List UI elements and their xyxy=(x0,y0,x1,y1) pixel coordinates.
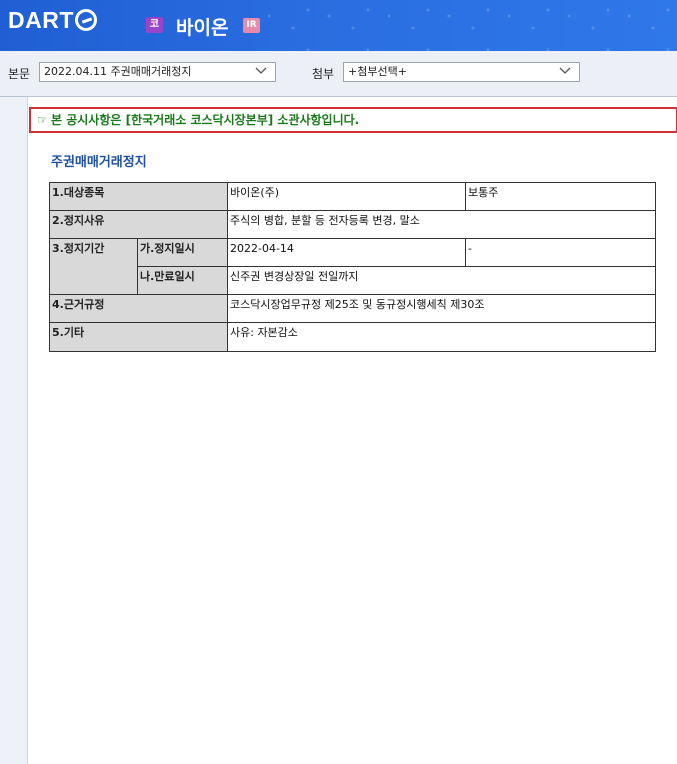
company-name[interactable]: 바이온 xyxy=(176,13,228,40)
value-basis-rule: 코스닥시장업무규정 제25조 및 동규정시행세칙 제30조 xyxy=(228,295,655,323)
logo-swoosh-icon xyxy=(74,9,97,31)
label-suspension-reason: 2.정지사유 xyxy=(50,211,228,239)
label-other: 5.기타 xyxy=(50,323,228,351)
label-start-time: 가.정지일시 xyxy=(138,239,228,267)
pointing-hand-icon: ☞ xyxy=(37,113,48,127)
attach-select[interactable]: +첨부선택+ xyxy=(343,62,580,82)
attach-select-value: +첨부선택+ xyxy=(348,65,407,78)
body-select-value: 2022.04.11 주권매매거래정지 xyxy=(44,65,192,78)
document-title: 주권매매거래정지 xyxy=(51,155,147,170)
value-end-time: 신주권 변경상장일 전일까지 xyxy=(228,267,655,295)
label-end-time: 나.만료일시 xyxy=(138,267,228,295)
dart-logo[interactable]: DART xyxy=(8,6,97,34)
value-target-item: 바이온(주) xyxy=(228,183,466,211)
value-stock-type: 보통주 xyxy=(466,183,655,211)
ir-badge[interactable]: IR xyxy=(243,18,260,33)
chevron-down-icon xyxy=(559,67,571,74)
chevron-down-icon xyxy=(255,67,267,74)
market-badge: 코 xyxy=(146,17,163,33)
left-sidebar xyxy=(0,97,28,764)
notice-text: 본 공시사항은 [한국거래소 코스닥시장본부] 소관사항입니다. xyxy=(51,113,360,127)
header-bar: DART 코 바이온 IR xyxy=(0,0,677,51)
value-start-time: 2022-04-14 xyxy=(228,239,466,267)
header-decoration xyxy=(257,0,677,51)
label-suspension-period: 3.정지기간 xyxy=(50,239,138,295)
attach-label: 첨부 xyxy=(312,67,335,81)
toolbar: 본문 2022.04.11 주권매매거래정지 첨부 +첨부선택+ xyxy=(0,51,677,97)
value-start-extra: - xyxy=(466,239,655,267)
disclosure-table: 1.대상종목 바이온(주) 보통주 2.정지사유 주식의 병합, 분할 등 전자… xyxy=(49,182,656,352)
label-basis-rule: 4.근거규정 xyxy=(50,295,228,323)
body-select[interactable]: 2022.04.11 주권매매거래정지 xyxy=(39,62,276,82)
jurisdiction-notice: ☞ 본 공시사항은 [한국거래소 코스닥시장본부] 소관사항입니다. xyxy=(29,107,677,133)
value-suspension-reason: 주식의 병합, 분할 등 전자등록 변경, 말소 xyxy=(228,211,655,239)
value-other: 사유: 자본감소 xyxy=(230,326,298,339)
logo-text: DART xyxy=(8,6,74,33)
label-target-item: 1.대상종목 xyxy=(50,183,228,211)
body-label: 본문 xyxy=(8,67,31,81)
